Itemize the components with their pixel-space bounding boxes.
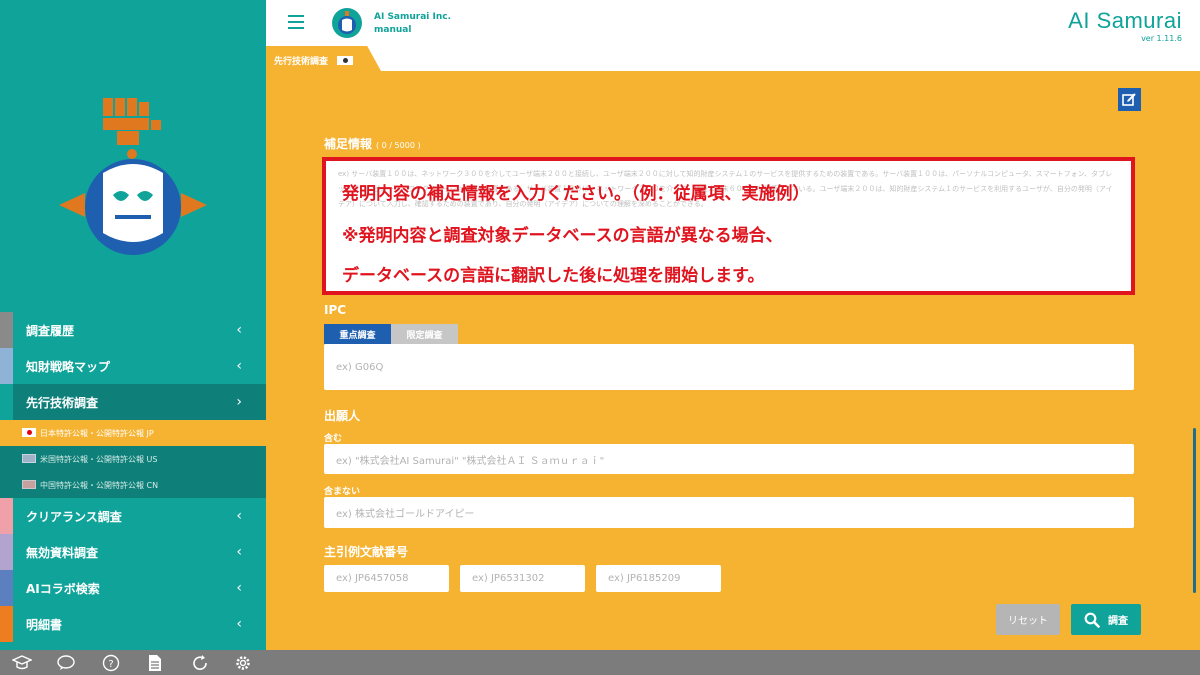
annotation-line-2: ※発明内容と調査対象データベースの言語が異なる場合、 [342, 226, 783, 246]
search-button-label: 調査 [1108, 616, 1128, 627]
search-button[interactable]: 調査 [1071, 604, 1141, 635]
menu-color-mark [0, 570, 13, 606]
citations-label: 主引例文献番号 [324, 545, 409, 559]
sidebar-item-search-history[interactable]: 調査履歴 ‹ [0, 312, 266, 348]
version-label: ver 1.11.6 [1141, 34, 1182, 43]
subitem-us-patents[interactable]: 米国特許公報・公開特許公報 US [0, 446, 266, 472]
chevron-left-icon: ‹ [236, 508, 242, 524]
avatar[interactable] [332, 8, 362, 38]
ipc-input[interactable]: ex) G06Q [324, 344, 1134, 390]
menu-color-mark [0, 348, 13, 384]
menu-color-mark [0, 312, 13, 348]
sidebar-item-clearance-search[interactable]: クリアランス調査 ‹ [0, 498, 266, 534]
annotation-line-3: データベースの言語に翻訳した後に処理を開始します。 [342, 266, 765, 286]
company-name: AI Samurai Inc. [374, 12, 452, 22]
sidebar-item-label: 無効資料調査 [26, 545, 99, 560]
annotation-line-1: 発明内容の補足情報を入力ください。（例：従属項、実施例） [342, 184, 810, 204]
include-label: 含む [324, 434, 343, 444]
sidebar-item-invalidity-search[interactable]: 無効資料調査 ‹ [0, 534, 266, 570]
sidebar-item-prior-art-search[interactable]: 先行技術調査 › [0, 384, 266, 420]
citation-input-3[interactable]: ex) JP6185209 [596, 565, 721, 592]
hamburger-menu-icon[interactable] [288, 15, 304, 29]
user-name: manual [374, 25, 412, 35]
japan-flag-icon [22, 428, 36, 437]
citation-input-1[interactable]: ex) JP6457058 [324, 565, 449, 592]
chevron-left-icon: ‹ [236, 358, 242, 374]
supplement-label-text: 補足情報 [324, 137, 373, 151]
tab-strip: 先行技術調査 [266, 46, 1200, 71]
subitem-label: 日本特許公報・公開特許公報 JP [40, 428, 154, 438]
subitem-label: 中国特許公報・公開特許公報 CN [40, 480, 159, 490]
sync-icon[interactable] [190, 653, 210, 672]
subitem-jp-patents[interactable]: 日本特許公報・公開特許公報 JP [0, 420, 266, 446]
subitem-cn-patents[interactable]: 中国特許公報・公開特許公報 CN [0, 472, 266, 498]
settings-icon[interactable] [233, 653, 253, 672]
supplement-char-count: ( 0 / 5000 ) [376, 141, 421, 150]
us-flag-icon [22, 454, 36, 463]
chevron-left-icon: ‹ [236, 322, 242, 338]
sidebar-item-label: 明細書 [26, 617, 63, 632]
exclude-label: 含まない [324, 487, 361, 497]
document-icon[interactable] [145, 653, 165, 672]
sidebar-item-ai-collab-search[interactable]: AIコラボ検索 ‹ [0, 570, 266, 606]
faq-icon[interactable] [56, 653, 76, 672]
sidebar-item-label: AIコラボ検索 [26, 581, 100, 596]
ai-samurai-robot-logo [55, 95, 215, 265]
bottom-toolbar: ? [0, 650, 1200, 675]
menu-color-mark [0, 534, 13, 570]
sidebar-item-label: 調査履歴 [26, 323, 75, 338]
sidebar-submenu: 日本特許公報・公開特許公報 JP 米国特許公報・公開特許公報 US 中国特許公報… [0, 420, 266, 498]
menu-color-mark [0, 498, 13, 534]
tab-focused-search[interactable]: 重点調査 [324, 324, 391, 344]
china-flag-icon [22, 480, 36, 489]
citation-input-2[interactable]: ex) JP6531302 [460, 565, 585, 592]
search-icon [1084, 612, 1100, 628]
applicant-label: 出願人 [324, 409, 361, 423]
help-icon-glyph: ? [108, 659, 113, 670]
brand-logo-text: AI Samurai [1068, 8, 1182, 33]
chevron-right-icon: › [236, 394, 242, 410]
sidebar-item-label: 知財戦略マップ [26, 359, 111, 374]
menu-color-mark [0, 384, 13, 420]
chevron-left-icon: ‹ [236, 544, 242, 560]
tab-limited-search[interactable]: 限定調査 [391, 324, 458, 344]
japan-flag-icon [337, 56, 354, 65]
edit-icon[interactable] [1118, 88, 1141, 111]
tab-label: 先行技術調査 [274, 57, 329, 67]
top-header: AI Samurai Inc. manual AI Samurai ver 1.… [266, 0, 1200, 46]
help-icon[interactable]: ? [101, 653, 121, 672]
main-panel: 補足情報( 0 / 5000 ) ex) サーバ装置１００は、ネットワーク３００… [266, 71, 1200, 650]
tab-prior-art-search[interactable]: 先行技術調査 [266, 46, 381, 71]
sidebar-item-specification[interactable]: 明細書 ‹ [0, 606, 266, 642]
applicant-exclude-input[interactable]: ex) 株式会社ゴールドアイピー [324, 497, 1134, 528]
scrollbar[interactable] [1193, 428, 1196, 593]
chevron-left-icon: ‹ [236, 580, 242, 596]
reset-button[interactable]: リセット [996, 604, 1060, 635]
sidebar-menu: 調査履歴 ‹ 知財戦略マップ ‹ 先行技術調査 › 日本特許公報・公開特許公報 … [0, 312, 266, 642]
sidebar-item-label: クリアランス調査 [26, 509, 122, 524]
graduation-cap-icon[interactable] [12, 653, 32, 672]
sidebar-item-ip-strategy-map[interactable]: 知財戦略マップ ‹ [0, 348, 266, 384]
supplement-label: 補足情報( 0 / 5000 ) [324, 135, 421, 152]
applicant-include-input[interactable]: ex) "株式会社AI Samurai" "株式会社ＡＩ Ｓａｍｕｒａｉ" [324, 444, 1134, 474]
sidebar-item-label: 先行技術調査 [26, 395, 99, 410]
subitem-label: 米国特許公報・公開特許公報 US [40, 454, 158, 464]
chevron-left-icon: ‹ [236, 616, 242, 632]
ipc-label: IPC [324, 303, 347, 317]
menu-color-mark [0, 606, 13, 642]
sidebar: 調査履歴 ‹ 知財戦略マップ ‹ 先行技術調査 › 日本特許公報・公開特許公報 … [0, 0, 266, 650]
